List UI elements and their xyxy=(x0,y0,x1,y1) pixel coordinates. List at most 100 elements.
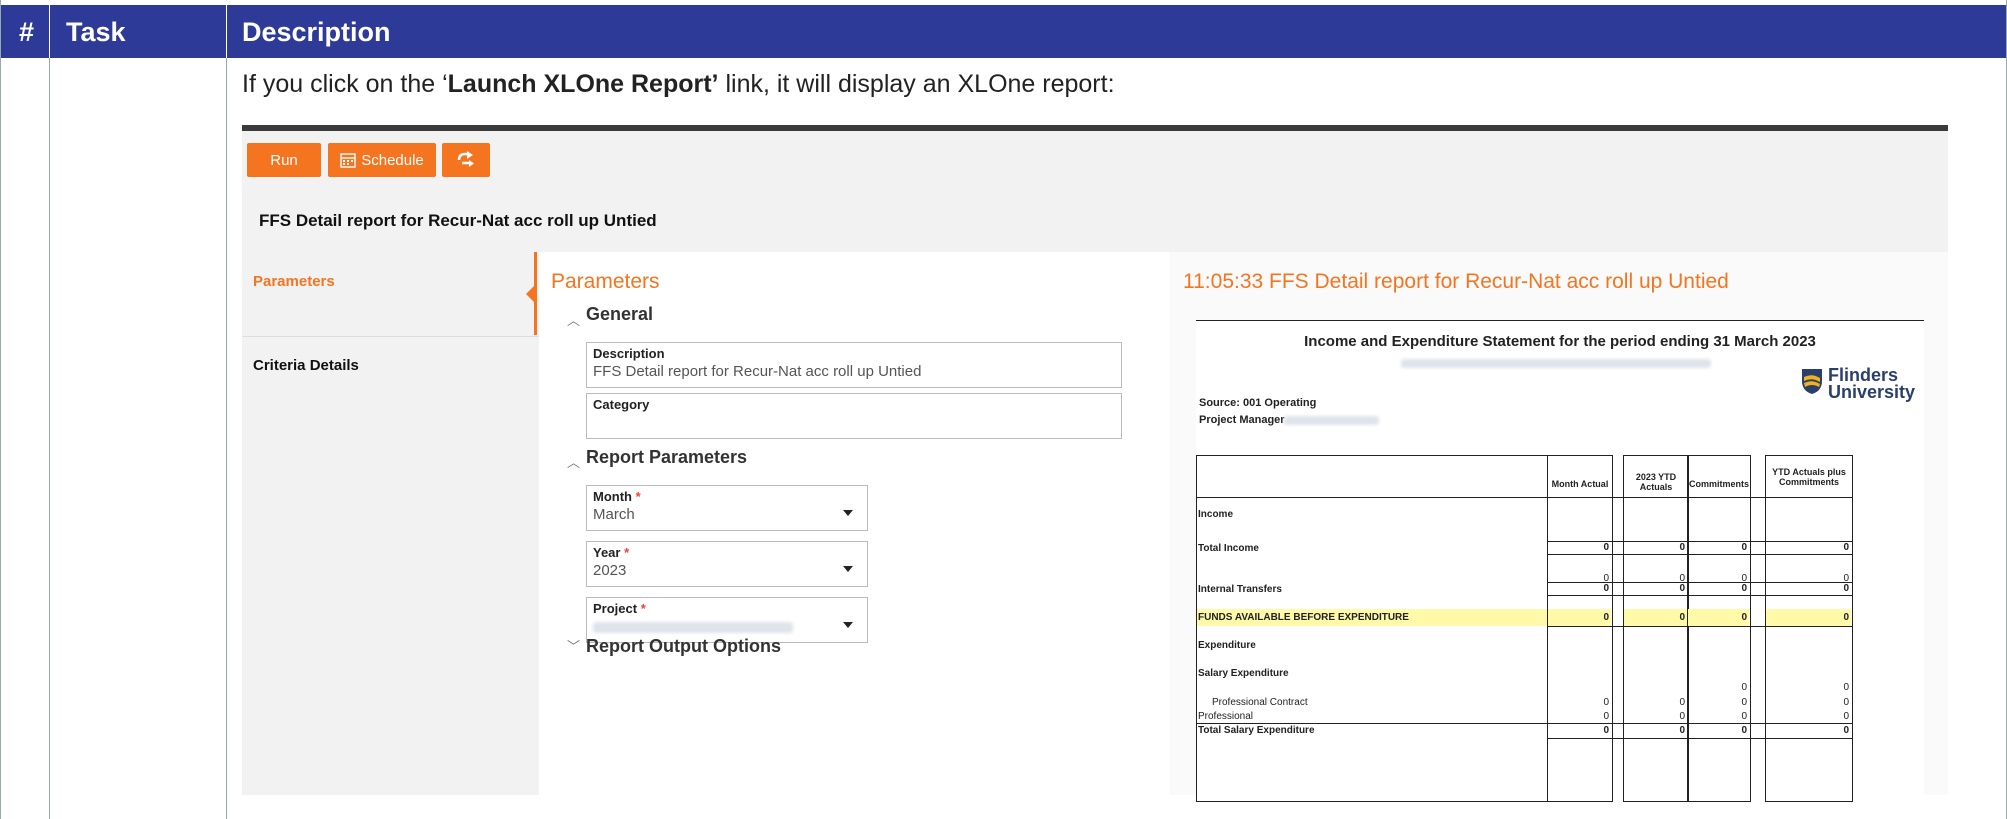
divider xyxy=(49,58,50,819)
schedule-button[interactable]: Schedule xyxy=(328,143,436,177)
col-ytd-plus-commitments: YTD Actuals plus Commitments xyxy=(1772,467,1846,487)
schedule-label: Schedule xyxy=(361,151,424,169)
calendar-icon xyxy=(340,153,356,168)
year-select[interactable]: Year * 2023 xyxy=(586,541,868,587)
run-button[interactable]: Run xyxy=(247,143,321,177)
report-sheet: Income and Expenditure Statement for the… xyxy=(1196,320,1924,802)
value-cell: 0 xyxy=(1603,612,1609,623)
row-rule xyxy=(1547,554,1852,555)
header-rule xyxy=(1196,497,1852,498)
row-total-salary: Total Salary Expenditure xyxy=(1198,725,1315,736)
label-column xyxy=(1196,455,1548,802)
caret-down-icon xyxy=(843,566,853,572)
value-cell: 0 xyxy=(1843,682,1849,693)
export-arrow-icon xyxy=(457,151,474,167)
source-text: Source: 001 Operating xyxy=(1199,397,1317,409)
row-expenditure: Expenditure xyxy=(1198,640,1256,651)
value-cell: 0 xyxy=(1679,612,1685,623)
row-professional: Professional xyxy=(1198,711,1254,722)
project-manager-label: Project Manager xyxy=(1199,414,1285,426)
value-cell: 0 xyxy=(1741,612,1747,623)
value-cell: 0 xyxy=(1603,711,1609,722)
logo-line2: University xyxy=(1828,382,1916,402)
value-cell: 0 xyxy=(1679,542,1685,553)
intro-link-text: Launch XLOne Report’ xyxy=(447,70,719,98)
commitments-column xyxy=(1687,455,1751,802)
preview-title: 11:05:33 FFS Detail report for Recur-Nat… xyxy=(1183,270,1729,293)
value-cell: 0 xyxy=(1843,612,1849,623)
row-total-income: Total Income xyxy=(1198,543,1259,554)
value-cell: 0 xyxy=(1741,725,1747,736)
intro-before: If you click on the ‘ xyxy=(242,70,448,98)
section-report-output[interactable]: Report Output Options xyxy=(586,636,781,657)
nav-criteria-details[interactable]: Criteria Details xyxy=(253,357,359,374)
caret-down-icon xyxy=(843,510,853,516)
value-cell: 0 xyxy=(1843,697,1849,708)
row-income: Income xyxy=(1198,509,1234,520)
nav-parameters[interactable]: Parameters xyxy=(253,273,335,290)
value-cell: 0 xyxy=(1679,697,1685,708)
panel-heading: Parameters xyxy=(551,270,660,293)
redacted-value xyxy=(593,622,793,633)
month-actual-column xyxy=(1547,455,1613,802)
row-rule xyxy=(1547,738,1852,739)
chevron-up-icon[interactable]: ︿ xyxy=(567,452,580,471)
row-funds-available: FUNDS AVAILABLE BEFORE EXPENDITURE xyxy=(1198,612,1409,623)
document-table: # Task Description If you click on the ‘… xyxy=(0,0,2007,819)
category-label: Category xyxy=(593,397,650,412)
redacted-manager xyxy=(1284,416,1379,425)
row-rule xyxy=(1196,723,1852,724)
divider xyxy=(226,58,227,819)
value-cell: 0 xyxy=(1603,725,1609,736)
value-cell: 0 xyxy=(1741,583,1747,594)
value-cell: 0 xyxy=(1679,583,1685,594)
value-cell: 0 xyxy=(1603,542,1609,553)
value-cell: 0 xyxy=(1741,682,1747,693)
section-general[interactable]: General xyxy=(586,304,653,325)
parameters-panel: Parameters ︿ General Description FFS Det… xyxy=(539,252,1169,795)
month-label: Month xyxy=(593,489,632,504)
description-field[interactable]: Description FFS Detail report for Recur-… xyxy=(586,342,1122,388)
header-description: Description xyxy=(242,17,391,47)
year-value: 2023 xyxy=(593,562,627,579)
col-commitments: Commitments xyxy=(1689,479,1750,489)
month-select[interactable]: Month * March xyxy=(586,485,868,531)
value-cell: 0 xyxy=(1603,583,1609,594)
nav-active-indicator xyxy=(534,252,537,335)
description-value: FFS Detail report for Recur-Nat acc roll… xyxy=(593,363,922,380)
nav-active-arrow xyxy=(526,286,534,302)
redacted-cost-centre xyxy=(1401,359,1711,368)
value-cell: 0 xyxy=(1843,725,1849,736)
chevron-down-icon[interactable]: ︿ xyxy=(567,637,580,656)
value-cell: 0 xyxy=(1843,583,1849,594)
divider xyxy=(226,5,227,58)
export-button[interactable] xyxy=(442,143,490,177)
month-value: March xyxy=(593,506,635,523)
category-field[interactable]: Category xyxy=(586,393,1122,439)
col-ytd-actuals: 2023 YTD Actuals xyxy=(1635,472,1677,492)
divider xyxy=(49,5,50,58)
row-rule xyxy=(1547,595,1852,596)
value-cell: 0 xyxy=(1741,711,1747,722)
intro-text: If you click on the ‘Launch XLOne Report… xyxy=(242,70,1115,99)
value-cell: 0 xyxy=(1741,542,1747,553)
required-mark: * xyxy=(640,601,646,616)
required-mark: * xyxy=(624,545,630,560)
value-cell: 0 xyxy=(1741,697,1747,708)
section-report-parameters[interactable]: Report Parameters xyxy=(586,447,747,468)
flinders-logo-icon xyxy=(1802,369,1822,394)
intro-after: link, it will display an XLOne report: xyxy=(718,70,1115,98)
row-salary-expenditure: Salary Expenditure xyxy=(1198,668,1289,679)
value-cell: 0 xyxy=(1843,542,1849,553)
table-header: # Task Description xyxy=(1,5,2006,58)
divider xyxy=(242,336,539,337)
value-cell: 0 xyxy=(1843,711,1849,722)
statement-title: Income and Expenditure Statement for the… xyxy=(1304,333,1816,350)
chevron-up-icon[interactable]: ︿ xyxy=(567,310,580,329)
project-label: Project xyxy=(593,601,638,616)
header-task: Task xyxy=(66,17,126,47)
xlone-screenshot: Run Schedule FFS Detail report for Recur… xyxy=(242,125,1948,802)
row-professional-contract: Professional Contract xyxy=(1212,697,1308,708)
ytd-actuals-column xyxy=(1623,455,1689,802)
header-num: # xyxy=(19,17,35,47)
